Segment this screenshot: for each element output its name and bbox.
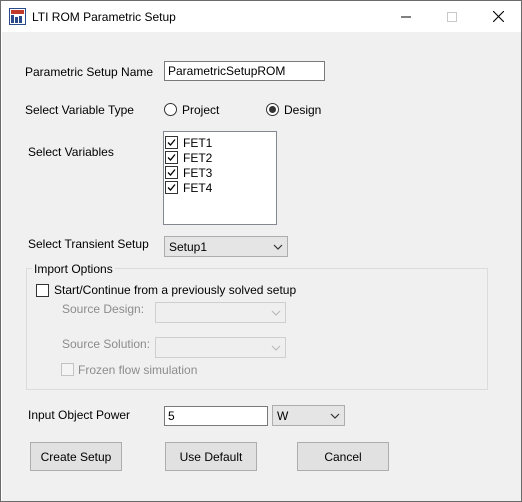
app-icon xyxy=(9,8,26,25)
maximize-icon xyxy=(429,1,475,32)
transient-setup-dropdown[interactable]: Setup1 xyxy=(164,236,288,257)
minimize-icon[interactable] xyxy=(383,1,429,32)
variable-label: FET2 xyxy=(183,150,213,165)
cancel-button[interactable]: Cancel xyxy=(297,442,389,471)
frozen-flow-label: Frozen flow simulation xyxy=(78,363,198,377)
list-item[interactable]: FET4 xyxy=(165,180,212,195)
close-icon[interactable] xyxy=(475,1,521,32)
import-options-title: Import Options xyxy=(32,262,115,276)
source-solution-label: Source Solution: xyxy=(62,337,151,351)
use-default-button[interactable]: Use Default xyxy=(165,442,257,471)
continue-label[interactable]: Start/Continue from a previously solved … xyxy=(54,283,296,297)
power-unit-value: W xyxy=(277,409,289,423)
radio-design[interactable] xyxy=(266,103,279,116)
chevron-down-icon xyxy=(330,406,340,425)
variable-label: FET1 xyxy=(183,135,213,150)
chevron-down-icon xyxy=(271,338,281,357)
list-item[interactable]: FET1 xyxy=(165,135,212,150)
checkbox-fet4[interactable] xyxy=(165,181,178,194)
variable-label: FET4 xyxy=(183,180,213,195)
setup-name-input[interactable]: ParametricSetupROM xyxy=(164,61,325,81)
window-title: LTI ROM Parametric Setup xyxy=(32,10,176,24)
chevron-down-icon xyxy=(273,237,283,256)
variable-label: FET3 xyxy=(183,165,213,180)
title-bar[interactable]: LTI ROM Parametric Setup xyxy=(1,1,521,32)
variable-type-label: Select Variable Type xyxy=(25,103,134,117)
source-design-dropdown xyxy=(155,302,286,323)
continue-checkbox[interactable] xyxy=(36,284,49,297)
source-design-label: Source Design: xyxy=(62,302,145,316)
variables-listbox[interactable]: FET1 FET2 FET3 FET4 xyxy=(163,131,277,225)
checkbox-fet2[interactable] xyxy=(165,151,178,164)
setup-name-label: Parametric Setup Name xyxy=(25,65,154,79)
radio-project[interactable] xyxy=(164,103,177,116)
chevron-down-icon xyxy=(271,303,281,322)
power-input[interactable]: 5 xyxy=(164,406,268,426)
create-setup-button[interactable]: Create Setup xyxy=(30,442,122,471)
list-item[interactable]: FET3 xyxy=(165,165,212,180)
checkbox-fet1[interactable] xyxy=(165,136,178,149)
dialog-body: Parametric Setup Name ParametricSetupROM… xyxy=(2,32,521,501)
radio-design-label[interactable]: Design xyxy=(284,103,321,117)
frozen-flow-checkbox xyxy=(61,363,74,376)
transient-setup-value: Setup1 xyxy=(169,240,208,254)
power-unit-dropdown[interactable]: W xyxy=(272,405,345,426)
list-item[interactable]: FET2 xyxy=(165,150,212,165)
variables-label: Select Variables xyxy=(28,145,114,159)
source-solution-dropdown xyxy=(155,337,286,358)
dialog-window: LTI ROM Parametric Setup Parametric Setu… xyxy=(0,0,522,502)
transient-setup-label: Select Transient Setup xyxy=(28,237,149,251)
power-label: Input Object Power xyxy=(28,408,131,422)
checkbox-fet3[interactable] xyxy=(165,166,178,179)
radio-project-label[interactable]: Project xyxy=(182,103,219,117)
